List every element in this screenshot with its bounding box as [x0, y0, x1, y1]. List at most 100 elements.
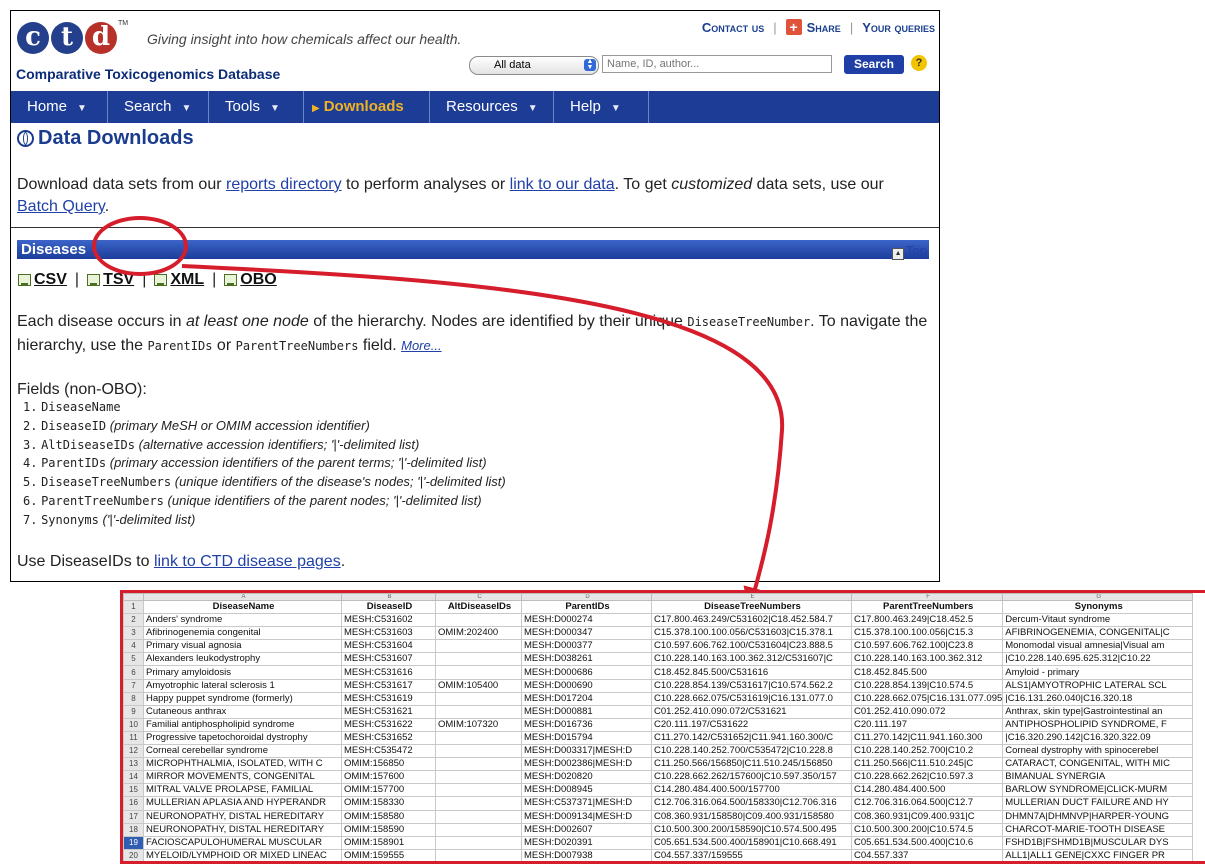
separator: | — [773, 19, 777, 35]
column-header: DiseaseTreeNumbers — [651, 599, 852, 615]
table-cell: C04.557.337/159555 — [651, 848, 852, 861]
nav-downloads[interactable]: ▶ Downloads — [304, 91, 430, 123]
hierarchy-description: Each disease occurs in at least one node… — [17, 310, 929, 358]
search-button[interactable]: Search — [844, 55, 904, 74]
table-row: 19 FACIOSCAPULOHUMERAL MUSCULAR OMIM:15890… — [123, 835, 1194, 850]
field-number: 5. — [23, 475, 38, 490]
table-cell: OMIM:156850 — [341, 757, 436, 772]
table-cell: C14.280.484.400.500/157700 — [651, 783, 852, 798]
logo-letter-d[interactable]: d — [85, 22, 117, 54]
field-item: 2. DiseaseID (primary MeSH or OMIM acces… — [23, 417, 506, 436]
link-to-our-data-link[interactable]: link to our data — [510, 176, 615, 193]
share-icon[interactable]: + — [785, 19, 802, 35]
table-cell: C10.228.140.163.100.362.312 — [850, 652, 1004, 667]
site-header: c t d TM Giving insight into how chemica… — [11, 11, 939, 91]
table-cell: FACIOSCAPULOHUMERAL MUSCULAR — [143, 835, 342, 850]
field-item: 7. Synonyms ('|'-delimited list) — [23, 511, 506, 530]
table-row: 16 MULLERIAN APLASIA AND HYPERANDR OMIM:15… — [123, 796, 1194, 811]
page-title: Data Downloads — [17, 127, 194, 150]
nav-tools[interactable]: Tools ▼ — [209, 91, 304, 123]
help-icon[interactable]: ? — [911, 55, 927, 71]
ctd-disease-pages-link[interactable]: link to CTD disease pages — [154, 553, 341, 570]
share-link[interactable]: Share — [807, 20, 841, 35]
field-description: (alternative accession identifiers; '|'-… — [138, 436, 420, 452]
nav-home-label: Home — [27, 98, 68, 115]
table-cell: |C16.320.290.142|C16.320.322.09 — [1002, 730, 1194, 746]
table-cell: C10.597.606.762.100|C23.8 — [850, 639, 1004, 654]
table-cell: OMIM:158590 — [341, 822, 436, 837]
table-cell: NEURONOPATHY, DISTAL HEREDITARY — [143, 809, 342, 824]
table-cell — [435, 639, 522, 654]
your-queries-link[interactable]: Your queries — [862, 20, 935, 35]
table-cell: DHMN7A|DHMNVP|HARPER-YOUNG — [1002, 809, 1194, 824]
nav-help[interactable]: Help ▼ — [554, 91, 649, 123]
table-cell — [435, 770, 522, 785]
row-number: 5 — [123, 652, 144, 667]
table-cell: MESH:D020820 — [521, 770, 652, 785]
table-cell: C10.228.662.262|C10.597.3 — [850, 770, 1004, 785]
logo-letter-c[interactable]: c — [17, 22, 49, 54]
table-cell: C11.270.142|C11.941.160.300 — [850, 730, 1004, 746]
column-header: AltDiseaseIDs — [435, 599, 522, 615]
search-scope-select[interactable]: All data ▲ ▼ — [469, 56, 599, 75]
table-cell — [435, 704, 522, 719]
nav-home[interactable]: Home ▼ — [11, 91, 108, 123]
field-name: ParentIDs — [41, 456, 107, 471]
nav-resources[interactable]: Resources ▼ — [430, 91, 554, 123]
desc-emphasis: at least one node — [185, 313, 309, 330]
table-cell: C10.500.300.200|C10.574.5 — [850, 822, 1004, 837]
xml-download-link[interactable]: XML — [170, 271, 204, 289]
table-cell: C10.228.662.262/157600|C10.597.350/157 — [651, 770, 852, 785]
contact-us-link[interactable]: Contact us — [702, 20, 764, 35]
field-description: (unique identifiers of the parent nodes;… — [167, 492, 482, 508]
table-cell — [435, 757, 522, 772]
table-cell: MESH:D002607 — [521, 822, 652, 837]
search-input[interactable] — [602, 55, 832, 73]
row-number: 12 — [123, 744, 144, 759]
table-cell: MYELOID/LYMPHOID OR MIXED LINEAC — [143, 848, 342, 861]
table-cell: C17.800.463.249/C531602|C18.452.584.7 — [651, 613, 852, 628]
field-number: 1. — [23, 400, 38, 414]
nav-search[interactable]: Search ▼ — [108, 91, 209, 123]
select-arrows-icon: ▲ ▼ — [584, 58, 596, 71]
table-cell: C20.111.197/C531622 — [651, 717, 852, 732]
row-number: 19 — [123, 835, 144, 850]
table-cell: C10.228.854.139/C531617|C10.574.562.2 — [651, 678, 852, 693]
separator: | — [212, 271, 217, 288]
table-cell — [435, 848, 522, 861]
table-cell: C10.500.300.200/158590|C10.574.500.495 — [651, 822, 852, 837]
table-row: 13 MICROPHTHALMIA, ISOLATED, WITH C OMIM:1… — [123, 757, 1194, 772]
top-link[interactable]: ▲ Top — [892, 243, 927, 260]
field-code-parent-tree-numbers: ParentTreeNumbers — [235, 339, 359, 353]
chevron-down-icon: ▼ — [270, 103, 280, 114]
column-letter: G — [1002, 593, 1194, 601]
chevron-down-icon: ▼ — [527, 103, 538, 114]
obo-download-link[interactable]: OBO — [240, 271, 276, 289]
table-cell: Progressive tapetochoroidal dystrophy — [143, 730, 342, 746]
intro-text: Download data sets from our reports dire… — [17, 174, 922, 218]
fields-heading: Fields (non-OBO): — [17, 381, 147, 398]
column-letter: F — [850, 593, 1004, 601]
column-header: ParentTreeNumbers — [850, 599, 1004, 615]
column-header: ParentIDs — [521, 599, 652, 615]
tsv-highlight-circle — [92, 216, 188, 276]
table-row: 10 Familial antiphospholipid syndrome MESH… — [123, 717, 1194, 732]
table-row: 4 Primary visual agnosia MESH:C531604 MESH:… — [123, 639, 1194, 654]
more-link[interactable]: More... — [401, 338, 441, 353]
table-cell: ALL1|ALL1 GENE|CXXC FINGER PR — [1002, 848, 1194, 861]
table-cell: C12.706.316.064.500|C12.7 — [850, 796, 1004, 811]
reports-directory-link[interactable]: reports directory — [226, 176, 342, 193]
field-number: 2. — [23, 418, 38, 433]
table-cell: Monomodal visual amnesia|Visual am — [1002, 639, 1194, 654]
table-cell: MESH:D020391 — [521, 835, 652, 850]
csv-download-link[interactable]: CSV — [34, 271, 67, 289]
table-row: 5 Alexanders leukodystrophy MESH:C531607 ME… — [123, 652, 1194, 667]
field-number: 7. — [23, 512, 38, 527]
batch-query-link[interactable]: Batch Query — [17, 198, 105, 215]
table-cell — [435, 835, 522, 850]
table-cell: C18.452.845.500/C531616 — [651, 665, 852, 680]
field-code-disease-tree-number: DiseaseTreeNumber — [687, 315, 811, 329]
table-cell: C01.252.410.090.072 — [850, 704, 1004, 719]
logo-letter-t[interactable]: t — [51, 22, 83, 54]
table-cell: MESH:D000347 — [521, 626, 652, 641]
